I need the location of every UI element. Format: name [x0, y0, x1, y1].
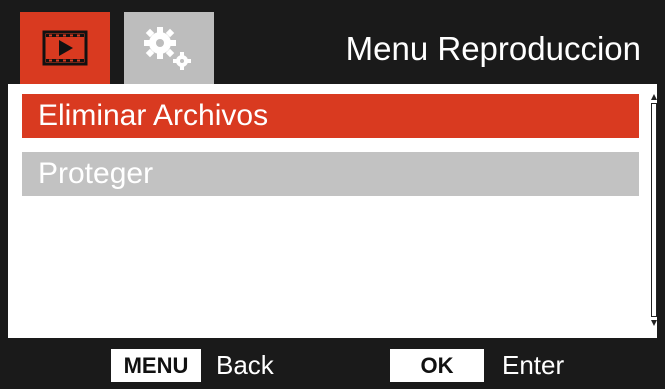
scrollbar[interactable]: [651, 94, 657, 326]
scroll-up-icon: [651, 94, 657, 100]
header-bar: Menu Reproduccion: [0, 0, 665, 84]
menu-item-proteger[interactable]: Proteger: [22, 152, 639, 196]
page-title: Menu Reproduccion: [345, 30, 641, 67]
settings-gears-icon: [144, 27, 191, 70]
enter-label: Enter: [502, 350, 565, 380]
tab-settings[interactable]: [124, 12, 214, 84]
menu-item-eliminar-archivos[interactable]: Eliminar Archivos: [22, 94, 639, 138]
menu-key-badge: MENU: [111, 349, 201, 382]
tab-playback[interactable]: [20, 12, 110, 84]
menu-panel: Eliminar Archivos Proteger: [8, 84, 657, 338]
ok-key-badge: OK: [390, 349, 484, 382]
dashcam-screen: Menu Reproduccion Eliminar Archivos Prot…: [0, 0, 665, 389]
scroll-down-icon: [651, 320, 657, 326]
playback-icon: [42, 30, 88, 66]
back-label: Back: [216, 350, 274, 380]
scroll-track: [651, 103, 657, 317]
footer-bar: MENU Back OK Enter: [0, 338, 665, 389]
